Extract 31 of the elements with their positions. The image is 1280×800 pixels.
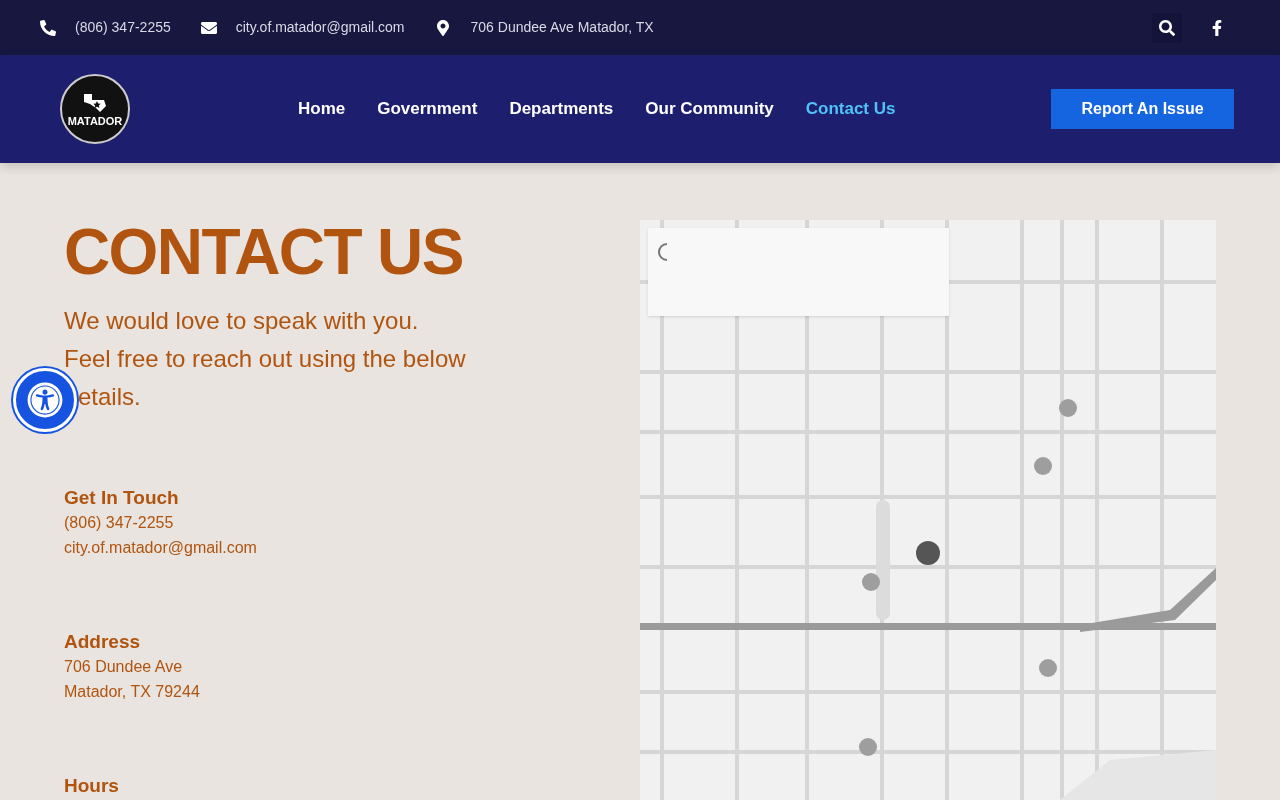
texas-star-icon — [82, 91, 108, 114]
city-logo[interactable]: MATADOR — [60, 74, 130, 144]
section-heading: Hours — [64, 773, 120, 798]
loading-spinner-icon — [658, 242, 670, 262]
intro-text: Feel free to reach out using the below — [64, 344, 466, 374]
report-issue-button[interactable]: Report An Issue — [1051, 89, 1234, 129]
nav-link[interactable]: Departments — [509, 96, 614, 122]
nav-link[interactable]: Government — [377, 96, 478, 122]
contact-detail: (806) 347-2255 — [64, 512, 175, 533]
phone-icon — [40, 19, 56, 36]
envelope-icon — [200, 19, 217, 36]
email-address: city.of.matador@gmail.com — [235, 18, 405, 37]
street-address: 706 Dundee Ave Matador, TX — [470, 18, 654, 37]
contact-detail: Matador, TX 79244 — [64, 681, 201, 702]
accessibility-button[interactable] — [13, 368, 77, 432]
intro-text: etails. — [77, 382, 141, 412]
nav-link[interactable]: Our Community — [645, 96, 774, 122]
contact-detail: 706 Dundee Ave — [64, 656, 184, 677]
accessibility-icon — [27, 382, 63, 418]
logo-text: MATADOR — [67, 115, 123, 127]
nav-link[interactable]: Contact Us — [805, 96, 896, 122]
search-icon — [1159, 19, 1175, 36]
intro-text: We would love to speak with you. — [64, 306, 419, 336]
contact-detail: city.of.matador@gmail.com — [64, 537, 258, 558]
phone-number: (806) 347-2255 — [75, 18, 171, 37]
section-heading: Get In Touch — [64, 486, 180, 510]
page-title: CONTACT US — [64, 220, 464, 284]
nav-link[interactable]: Home — [298, 96, 346, 122]
search-button[interactable] — [1152, 12, 1182, 43]
location-pin-icon — [434, 19, 451, 36]
section-heading: Address — [64, 629, 142, 654]
